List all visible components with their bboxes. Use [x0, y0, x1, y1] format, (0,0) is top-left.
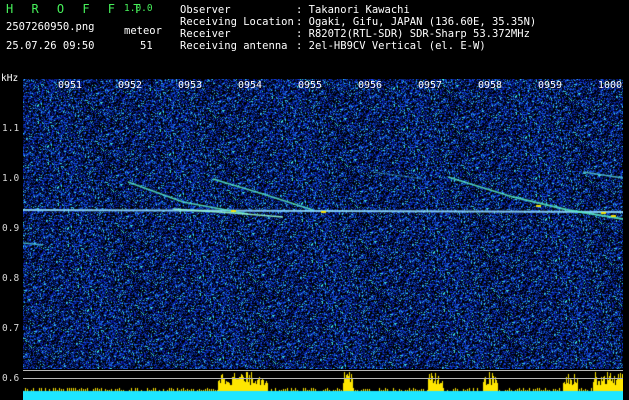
receiver-value: : R820T2(RTL-SDR) SDR-Sharp 53.372MHz	[296, 28, 530, 40]
guide-line	[23, 378, 623, 379]
x-tick: 0951	[58, 80, 83, 91]
x-tick: 0956	[358, 80, 383, 91]
y-tick: 0.9	[2, 223, 20, 234]
file-name: 2507260950.png	[6, 21, 95, 33]
y-tick: 1.1	[2, 123, 20, 134]
x-tick: 0953	[178, 80, 203, 91]
y-axis-unit: kHz	[1, 73, 19, 84]
y-tick: 1.0	[2, 173, 20, 184]
x-tick: 0958	[478, 80, 503, 91]
app-version: 1.0.0	[124, 3, 153, 14]
x-tick: 0954	[238, 80, 263, 91]
x-tick: 0955	[298, 80, 323, 91]
meteor-label: meteor	[124, 25, 162, 37]
meteor-count: 51	[140, 40, 153, 52]
location-value: : Ogaki, Gifu, JAPAN (136.60E, 35.35N)	[296, 16, 537, 28]
x-tick: 0957	[418, 80, 443, 91]
observer-value: : Takanori Kawachi	[296, 4, 410, 16]
antenna-value: : 2el-HB9CV Vertical (el. E-W)	[296, 40, 486, 52]
y-tick: 0.7	[2, 323, 20, 334]
x-tick: 1000	[598, 80, 623, 91]
y-tick: 0.8	[2, 273, 20, 284]
record-datetime: 25.07.26 09:50	[6, 40, 95, 52]
y-tick: 0.6	[2, 373, 20, 384]
signal-strength-strip	[23, 369, 623, 400]
spectrogram-panel	[23, 79, 623, 400]
waterfall-image	[23, 79, 623, 369]
receiver-label: Receiver	[180, 28, 231, 40]
observer-label: Observer	[180, 4, 231, 16]
x-tick: 0952	[118, 80, 143, 91]
x-tick: 0959	[538, 80, 563, 91]
guide-line	[23, 370, 623, 371]
location-label: Receiving Location	[180, 16, 294, 28]
antenna-label: Receiving antenna	[180, 40, 288, 52]
